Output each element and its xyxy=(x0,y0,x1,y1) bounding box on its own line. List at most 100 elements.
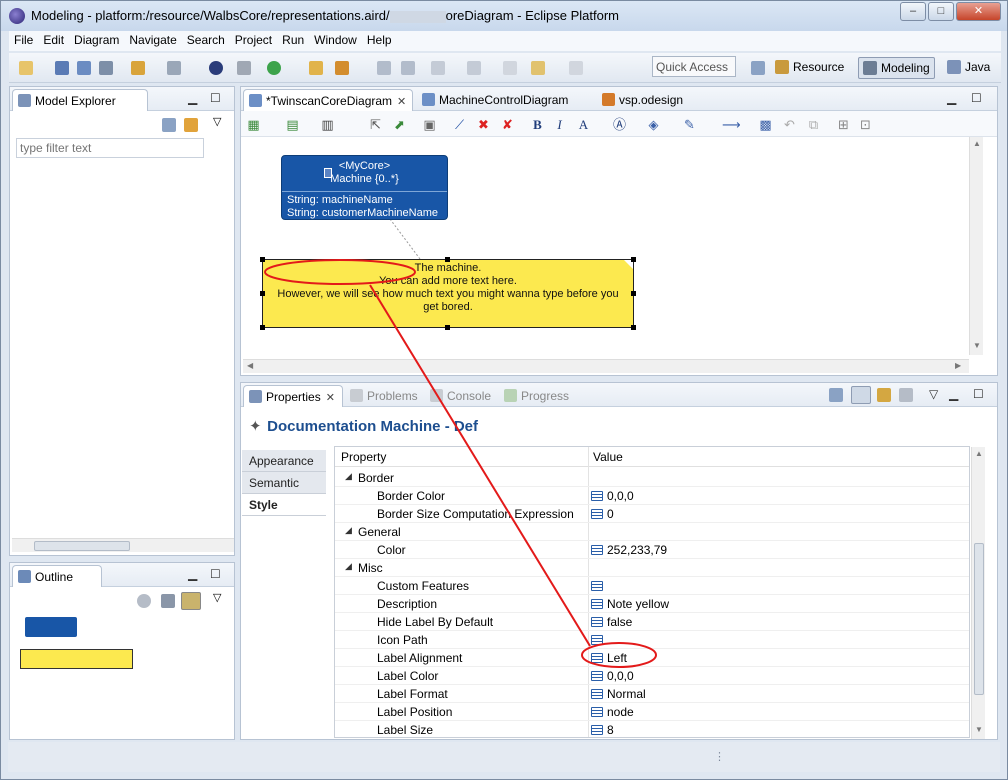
property-value[interactable]: 0,0,0 xyxy=(591,489,634,503)
bold-icon[interactable]: B xyxy=(530,117,545,132)
resize-handle[interactable] xyxy=(260,325,265,330)
model-explorer-filter-input[interactable] xyxy=(16,138,204,158)
prev-annotation-icon[interactable] xyxy=(467,61,481,75)
fill-color-icon[interactable]: ◈ xyxy=(646,117,661,132)
view-menu-icon[interactable]: ▽ xyxy=(213,115,221,128)
print-icon[interactable] xyxy=(99,61,113,75)
terminal-icon[interactable] xyxy=(237,61,251,75)
documentation-note[interactable]: The machine. You can add more text here.… xyxy=(262,259,634,328)
property-column-header[interactable]: Property xyxy=(341,450,386,464)
annotation-icon[interactable] xyxy=(401,61,415,75)
scroll-left-icon[interactable]: ◀ xyxy=(247,361,253,370)
property-value[interactable]: 252,233,79 xyxy=(591,543,667,557)
pin-icon[interactable]: ⬈ xyxy=(392,117,407,132)
scroll-thumb[interactable] xyxy=(974,543,984,695)
diagram-vscroll[interactable]: ▲ ▼ xyxy=(969,137,983,355)
hide-element-icon[interactable]: ⟋ xyxy=(452,117,467,132)
forward-icon[interactable] xyxy=(569,61,583,75)
property-row[interactable]: 0,0,0 Label Color xyxy=(335,667,969,685)
web-icon[interactable] xyxy=(209,61,223,75)
property-value[interactable]: 0 xyxy=(591,507,614,521)
menu-project[interactable]: Project xyxy=(230,31,277,49)
property-row[interactable]: 8 Label Size xyxy=(335,721,969,737)
scroll-up-icon[interactable]: ▲ xyxy=(973,139,981,148)
scroll-down-icon[interactable]: ▼ xyxy=(975,725,983,734)
menu-help[interactable]: Help xyxy=(362,31,397,49)
expand-toggle-icon[interactable]: ◢ xyxy=(345,525,352,536)
quick-access-input[interactable]: Quick Access xyxy=(652,56,736,77)
property-row[interactable]: Note yellow Description xyxy=(335,595,969,613)
maximize-button[interactable]: □ xyxy=(928,2,954,21)
resize-handle[interactable] xyxy=(260,257,265,262)
perspective-resource[interactable]: Resource xyxy=(771,57,848,79)
property-row[interactable]: 252,233,79 Color xyxy=(335,541,969,559)
new-icon[interactable] xyxy=(19,61,33,75)
line-style-icon[interactable]: ⟶ xyxy=(722,117,741,132)
menu-search[interactable]: Search xyxy=(182,31,230,49)
tab-console[interactable]: Console xyxy=(425,385,505,407)
arrange-icon[interactable]: ▤ xyxy=(285,117,300,132)
open-folder-icon[interactable] xyxy=(309,61,323,75)
property-group-row[interactable]: ◢ Border xyxy=(335,469,969,487)
tab-properties[interactable]: Properties ✕ xyxy=(243,385,343,407)
property-value[interactable]: 8 xyxy=(591,723,614,737)
property-row[interactable]: node Label Position xyxy=(335,703,969,721)
value-column-header[interactable]: Value xyxy=(593,450,623,464)
property-value[interactable]: node xyxy=(591,705,634,719)
undo-style-icon[interactable]: ↶ xyxy=(782,117,797,132)
resize-handle[interactable] xyxy=(445,325,450,330)
property-value[interactable]: Note yellow xyxy=(591,597,669,611)
refactor-icon[interactable] xyxy=(131,61,145,75)
maximize-editor-icon[interactable]: ☐ xyxy=(971,91,982,105)
property-group-row[interactable]: ◢ General xyxy=(335,523,969,541)
layers-icon[interactable] xyxy=(137,594,151,608)
italic-icon[interactable]: I xyxy=(552,117,567,132)
next-annotation-icon[interactable] xyxy=(431,61,445,75)
tab-outline[interactable]: Outline xyxy=(12,565,102,587)
tab-vsp-odesign[interactable]: vsp.odesign xyxy=(597,89,697,111)
minimize-view-icon[interactable]: ▁ xyxy=(188,567,197,581)
tab-twinscan-core-diagram[interactable]: *TwinscanCoreDiagram ✕ xyxy=(243,89,413,111)
last-edit-icon[interactable] xyxy=(503,61,517,75)
copy-format-icon[interactable]: ▣ xyxy=(422,117,437,132)
zoom-fit-icon[interactable]: ⊞ xyxy=(836,117,851,132)
select-tool-icon[interactable]: ▦ xyxy=(246,117,261,132)
property-row[interactable]: 0,0,0 Border Color xyxy=(335,487,969,505)
menu-edit[interactable]: Edit xyxy=(38,31,69,49)
tab-style[interactable]: Style xyxy=(242,494,326,516)
line-color-icon[interactable]: ✎ xyxy=(682,117,697,132)
perspective-java[interactable]: Java xyxy=(943,57,994,79)
select-all-icon[interactable]: ⊡ xyxy=(858,117,873,132)
tab-model-explorer[interactable]: Model Explorer xyxy=(12,89,148,111)
menu-run[interactable]: Run xyxy=(277,31,309,49)
link-editor-icon[interactable] xyxy=(184,118,198,132)
class-node-machine[interactable]: <MyCore> Machine {0..*} String: machineN… xyxy=(281,155,448,220)
minimize-view-icon[interactable]: ▁ xyxy=(188,91,197,105)
resize-handle[interactable] xyxy=(260,291,265,296)
expand-toggle-icon[interactable]: ◢ xyxy=(345,471,352,482)
export-icon[interactable]: ⇱ xyxy=(368,117,383,132)
property-row[interactable]: Normal Label Format xyxy=(335,685,969,703)
maximize-view-icon[interactable]: ☐ xyxy=(210,567,221,581)
property-group-row[interactable]: ◢ Misc xyxy=(335,559,969,577)
restore-default-icon[interactable] xyxy=(899,388,913,402)
resize-handle[interactable] xyxy=(445,257,450,262)
property-value[interactable]: false xyxy=(591,615,632,629)
delete-icon[interactable]: ✖ xyxy=(476,117,491,132)
property-row[interactable]: false Hide Label By Default xyxy=(335,613,969,631)
copy-appearance-icon[interactable]: ⧉ xyxy=(806,117,821,132)
font-color-icon[interactable]: A xyxy=(576,117,591,132)
build-icon[interactable] xyxy=(335,61,349,75)
property-row[interactable]: Left Label Alignment xyxy=(335,649,969,667)
show-advanced-icon[interactable] xyxy=(877,388,891,402)
show-categories-icon[interactable] xyxy=(851,386,871,404)
property-row[interactable]: Custom Features xyxy=(335,577,969,595)
property-row[interactable]: Icon Path xyxy=(335,631,969,649)
menu-file[interactable]: File xyxy=(9,31,38,49)
menu-navigate[interactable]: Navigate xyxy=(124,31,181,49)
properties-vscroll[interactable]: ▲ ▼ xyxy=(971,447,985,739)
scroll-thumb[interactable] xyxy=(34,541,130,551)
tab-appearance[interactable]: Appearance xyxy=(242,450,326,472)
tab-machine-control-diagram[interactable]: MachineControlDiagram xyxy=(417,89,587,111)
save-all-icon[interactable] xyxy=(77,61,91,75)
